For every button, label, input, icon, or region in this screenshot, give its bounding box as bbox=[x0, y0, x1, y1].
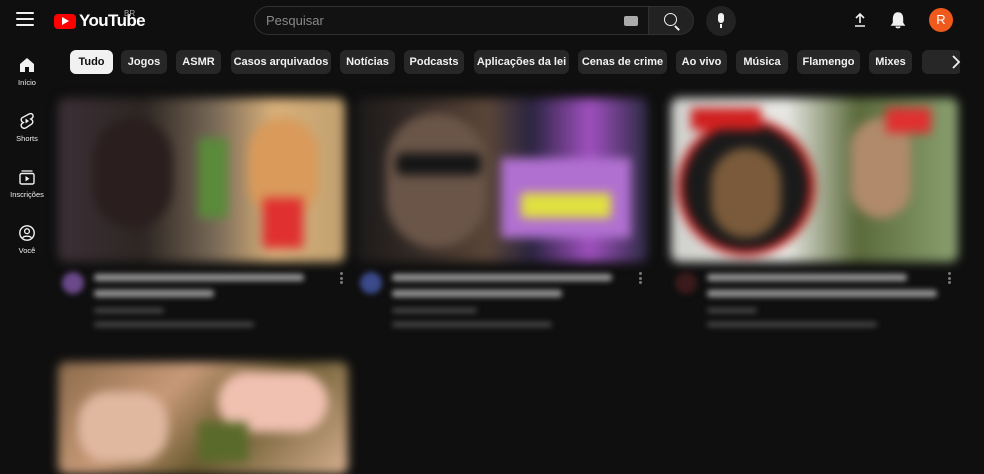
more-options-icon[interactable] bbox=[340, 272, 343, 284]
top-bar: YouTube BR Pesquisar R bbox=[0, 0, 984, 40]
sidebar-item-label: Shorts bbox=[16, 134, 38, 143]
channel-avatar[interactable] bbox=[62, 272, 84, 294]
region-code: BR bbox=[124, 9, 136, 18]
channel-avatar[interactable] bbox=[360, 272, 382, 294]
sidebar-item-home[interactable]: Início bbox=[0, 48, 54, 102]
video-thumbnail[interactable] bbox=[671, 98, 958, 262]
microphone-icon bbox=[718, 13, 724, 23]
chip-ao-vivo[interactable]: Ao vivo bbox=[676, 50, 727, 74]
video-thumbnail[interactable] bbox=[58, 98, 345, 262]
filter-chips: Tudo Jogos ASMR Casos arquivados Notícia… bbox=[70, 50, 960, 74]
search-input[interactable]: Pesquisar bbox=[254, 6, 648, 35]
chip-flamengo[interactable]: Flamengo bbox=[797, 50, 860, 74]
video-meta bbox=[58, 268, 345, 338]
youtube-play-icon bbox=[54, 13, 76, 29]
avatar[interactable]: R bbox=[929, 8, 953, 32]
shorts-icon bbox=[20, 112, 34, 130]
chip-jogos[interactable]: Jogos bbox=[121, 50, 167, 74]
voice-search-button[interactable] bbox=[706, 6, 736, 36]
video-thumbnail[interactable] bbox=[58, 362, 348, 474]
more-options-icon[interactable] bbox=[639, 272, 642, 284]
chip-cenas-de-crime[interactable]: Cenas de crime bbox=[578, 50, 667, 74]
chip-tudo[interactable]: Tudo bbox=[70, 50, 113, 74]
more-options-icon[interactable] bbox=[948, 272, 951, 284]
video-thumbnail[interactable] bbox=[356, 98, 648, 262]
search-bar: Pesquisar bbox=[254, 6, 694, 35]
channel-avatar[interactable] bbox=[675, 272, 697, 294]
sidebar-item-label: Inscrições bbox=[10, 190, 44, 199]
chip-aplicacoes-da-lei[interactable]: Aplicações da lei bbox=[474, 50, 569, 74]
sidebar-item-shorts[interactable]: Shorts bbox=[0, 104, 54, 158]
search-button[interactable] bbox=[648, 6, 694, 35]
chip-mixes[interactable]: Mixes bbox=[869, 50, 912, 74]
chip-casos-arquivados[interactable]: Casos arquivados bbox=[231, 50, 331, 74]
bell-icon[interactable] bbox=[890, 11, 906, 29]
menu-icon[interactable] bbox=[16, 12, 34, 28]
subscriptions-icon bbox=[19, 170, 35, 185]
chip-noticias[interactable]: Notícias bbox=[340, 50, 395, 74]
chip-musica[interactable]: Música bbox=[736, 50, 788, 74]
chip-podcasts[interactable]: Podcasts bbox=[404, 50, 464, 74]
video-meta bbox=[671, 268, 958, 338]
home-icon bbox=[20, 58, 34, 72]
sidebar-item-label: Início bbox=[18, 78, 36, 87]
upload-icon[interactable] bbox=[852, 12, 868, 28]
sidebar-item-label: Você bbox=[18, 246, 36, 255]
search-placeholder: Pesquisar bbox=[266, 13, 324, 28]
keyboard-icon[interactable] bbox=[624, 16, 638, 26]
sidebar-item-subscriptions[interactable]: Inscrições bbox=[0, 160, 54, 214]
chip-asmr[interactable]: ASMR bbox=[176, 50, 221, 74]
chevron-right-icon[interactable] bbox=[944, 50, 968, 74]
video-meta bbox=[356, 268, 648, 338]
sidebar-item-you[interactable]: Você bbox=[0, 216, 54, 270]
user-icon bbox=[19, 225, 35, 241]
